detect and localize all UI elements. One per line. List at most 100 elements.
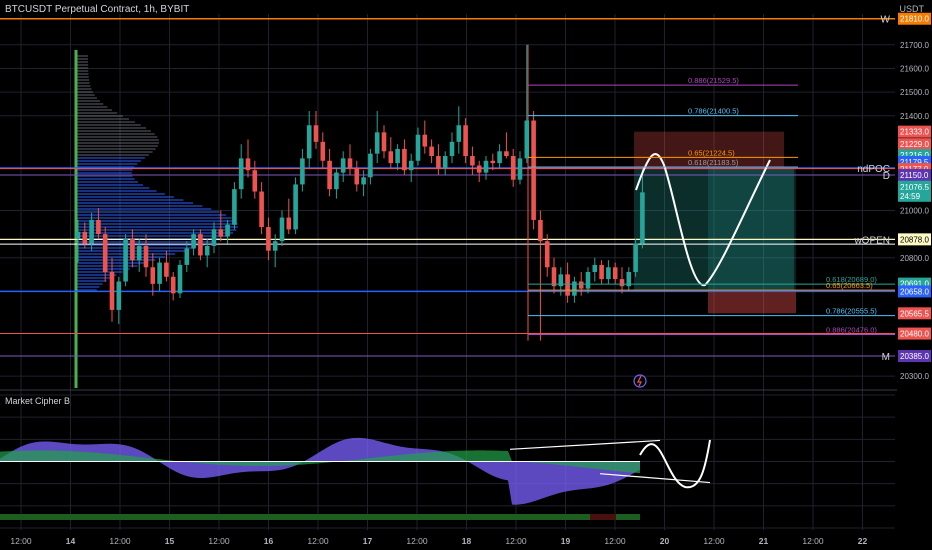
candle-body bbox=[259, 191, 264, 228]
profile-bar bbox=[76, 55, 89, 57]
candle-body bbox=[102, 234, 108, 273]
candle-body bbox=[109, 272, 115, 310]
price-label: 21150.0 bbox=[900, 171, 929, 180]
profile-bar bbox=[76, 280, 107, 282]
profile-bar bbox=[76, 151, 153, 153]
time-tick: 12:00 bbox=[703, 536, 725, 546]
profile-bar bbox=[76, 70, 89, 72]
candle-body bbox=[82, 231, 88, 244]
profile-bar bbox=[76, 109, 113, 111]
time-tick: 12:00 bbox=[505, 536, 527, 546]
candle-body bbox=[388, 151, 394, 164]
candle-body bbox=[361, 177, 366, 185]
fib-label: 0.886(21529.5) bbox=[688, 76, 739, 85]
candle-body bbox=[415, 134, 421, 161]
profile-bar bbox=[76, 262, 147, 264]
candle-body bbox=[225, 224, 230, 237]
candle-body bbox=[497, 151, 502, 164]
candle-body bbox=[490, 160, 496, 164]
profile-bar bbox=[76, 154, 149, 156]
time-tick: 12:00 bbox=[307, 536, 329, 546]
price-label: 20565.5 bbox=[900, 309, 929, 318]
profile-bar bbox=[76, 172, 132, 174]
price-axis[interactable]: 21700.0 21600.0 21500.0 21400.0 21000.0 20800… bbox=[897, 0, 932, 550]
time-tick: 20 bbox=[660, 536, 670, 546]
level-tag: wOPEN bbox=[853, 235, 890, 246]
candle-body bbox=[164, 262, 169, 277]
fib-label: 0.65(20663.5) bbox=[826, 281, 873, 290]
price-label: 20480.0 bbox=[900, 330, 929, 339]
profile-bar bbox=[76, 76, 89, 78]
profile-bar bbox=[76, 187, 150, 189]
profile-bar bbox=[76, 145, 158, 147]
candle-body bbox=[633, 243, 638, 273]
candle-body bbox=[544, 241, 550, 268]
currency-label: USDT bbox=[899, 4, 925, 14]
candle-body bbox=[218, 229, 224, 237]
price-label: 24:59 bbox=[900, 192, 921, 201]
profile-bar bbox=[76, 58, 89, 60]
price-label: 21229.0 bbox=[900, 140, 929, 149]
candle-body bbox=[157, 262, 162, 284]
profile-bar bbox=[76, 208, 212, 210]
profile-bar bbox=[76, 133, 155, 135]
candle-body bbox=[204, 245, 210, 256]
candle-body bbox=[402, 148, 407, 171]
profile-bar bbox=[76, 103, 104, 105]
profile-bar bbox=[76, 130, 151, 132]
profile-bar bbox=[76, 202, 193, 204]
candle-body bbox=[286, 217, 292, 230]
price-label: 21810.0 bbox=[900, 15, 929, 24]
profile-bar bbox=[76, 277, 112, 279]
profile-bar bbox=[76, 190, 157, 192]
fib-label: 0.786(21400.5) bbox=[688, 107, 739, 116]
candle-body bbox=[510, 156, 516, 180]
candle-body bbox=[272, 241, 278, 251]
trading-chart[interactable]: WndPOCDwOPENM 0.886(21529.5)0.786(21400.… bbox=[0, 0, 932, 550]
profile-bar bbox=[76, 112, 118, 114]
profile-bar bbox=[76, 199, 184, 201]
fib-label: 0.786(20555.5) bbox=[826, 307, 877, 316]
candle-body bbox=[123, 238, 128, 282]
candle-body bbox=[266, 227, 271, 251]
profile-bar bbox=[76, 82, 90, 84]
indicator-title: Market Cipher B bbox=[5, 396, 71, 406]
candle-body bbox=[184, 248, 190, 265]
candle-body bbox=[89, 219, 94, 244]
profile-bar bbox=[76, 94, 95, 96]
candle-body bbox=[606, 267, 611, 280]
candle-body bbox=[374, 132, 380, 154]
candle-body bbox=[483, 160, 489, 173]
time-tick: 12:00 bbox=[208, 536, 230, 546]
time-tick: 12:00 bbox=[406, 536, 428, 546]
time-tick: 21 bbox=[759, 536, 769, 546]
profile-bar bbox=[76, 259, 156, 261]
profile-bar bbox=[76, 184, 143, 186]
candle-body bbox=[524, 120, 530, 159]
profile-bar bbox=[76, 217, 232, 219]
candle-body bbox=[334, 172, 339, 190]
candle-body bbox=[368, 153, 373, 178]
profile-bar bbox=[76, 148, 156, 150]
profile-bar bbox=[76, 181, 139, 183]
profile-bar bbox=[76, 88, 92, 90]
candle-body bbox=[476, 165, 482, 173]
candle-body bbox=[470, 156, 475, 166]
time-tick: 12:00 bbox=[10, 536, 32, 546]
candle-body bbox=[585, 272, 591, 289]
trend-bar-red bbox=[590, 514, 616, 520]
trend-bar bbox=[0, 514, 640, 520]
profile-bar bbox=[76, 106, 108, 108]
candle-body bbox=[211, 229, 217, 246]
candle-body bbox=[381, 132, 387, 152]
price-label: 20658.0 bbox=[900, 287, 929, 296]
candle-body bbox=[619, 279, 625, 287]
time-tick: 17 bbox=[363, 536, 373, 546]
time-tick: 12:00 bbox=[109, 536, 131, 546]
candle-body bbox=[130, 238, 135, 261]
candle-body bbox=[422, 134, 428, 147]
candle-body bbox=[313, 125, 319, 142]
profile-bar bbox=[76, 205, 203, 207]
profile-bar bbox=[76, 283, 103, 285]
candle-body bbox=[232, 189, 237, 225]
